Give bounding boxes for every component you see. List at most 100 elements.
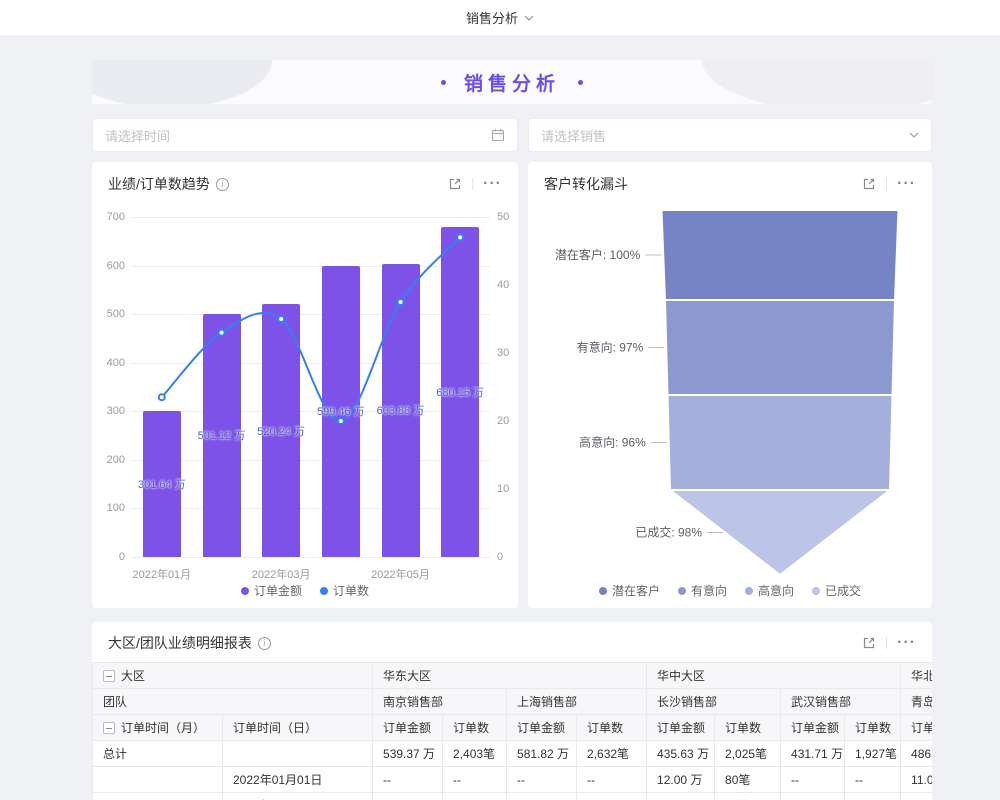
- sales-filter-select[interactable]: 请选择销售: [528, 118, 932, 152]
- report-card: 大区/团队业绩明细报表 大区华东大区华中大区华北大区团队南京销售部上海销售部长沙…: [92, 622, 932, 800]
- report-table: 大区华东大区华中大区华北大区团队南京销售部上海销售部长沙销售部武汉销售部青岛销售…: [92, 662, 932, 800]
- time-filter-placeholder: 请选择时间: [105, 126, 170, 145]
- table-row: 总计539.37 万2,403笔581.82 万2,632笔435.63 万2,…: [93, 741, 933, 767]
- export-icon: [448, 177, 462, 191]
- table-header-cell: 华中大区: [647, 663, 901, 689]
- legend-item[interactable]: 高意向: [745, 582, 794, 599]
- trend-card-title-group: 业绩/订单数趋势: [108, 174, 229, 194]
- table-header-cell: 订单金额: [901, 715, 932, 741]
- divider: [886, 637, 887, 649]
- trend-bar-value-label: 301.64 万: [138, 476, 186, 492]
- trend-y-axis-tick-left: 700: [107, 211, 125, 223]
- trend-y-axis-tick-right: 30: [497, 347, 509, 359]
- report-table-clip: 大区华东大区华中大区华北大区团队南京销售部上海销售部长沙销售部武汉销售部青岛销售…: [92, 662, 932, 800]
- info-icon[interactable]: [258, 637, 271, 650]
- funnel-stage-label: 潜在客户: 100%: [555, 247, 641, 262]
- export-button[interactable]: [862, 177, 876, 191]
- page-content: 销售分析 请选择时间 请选择销售 业绩/订单数趋势: [92, 60, 932, 800]
- table-cell: 11.07: [901, 767, 932, 793]
- export-icon: [862, 636, 876, 650]
- table-row: 2022年01月02日--------23.05 万98笔----: [93, 793, 933, 800]
- funnel-stage-label: 高意向: 96%: [579, 435, 646, 450]
- more-button[interactable]: [897, 179, 916, 189]
- table-header-cell: 订单时间（日）: [223, 715, 373, 741]
- table-header-label: 武汉销售部: [791, 695, 851, 709]
- table-header-row: 团队南京销售部上海销售部长沙销售部武汉销售部青岛销售部: [93, 689, 933, 715]
- banner-title: 销售分析: [464, 69, 560, 96]
- filters-row: 请选择时间 请选择销售: [92, 118, 932, 152]
- table-header-label: 订单数: [855, 721, 891, 735]
- table-header-cell: 华东大区: [373, 663, 647, 689]
- trend-gridline: [132, 557, 490, 558]
- more-button[interactable]: [483, 179, 502, 189]
- collapse-minus-icon[interactable]: [103, 722, 115, 734]
- table-header-cell: 订单金额: [781, 715, 845, 741]
- trend-y-axis-tick-left: 300: [107, 405, 125, 417]
- report-card-actions: [862, 636, 916, 650]
- legend-item[interactable]: 潜在客户: [599, 582, 660, 599]
- legend-item[interactable]: 已成交: [812, 582, 861, 599]
- table-header-label: 大区: [121, 669, 145, 683]
- table-header-cell: 订单金额: [507, 715, 577, 741]
- export-button[interactable]: [448, 177, 462, 191]
- divider: [472, 178, 473, 190]
- trend-line-path: [162, 237, 460, 421]
- funnel-segment-2[interactable]: [665, 300, 895, 395]
- table-cell: 80笔: [715, 767, 781, 793]
- funnel-segment-3[interactable]: [668, 395, 893, 490]
- table-header-label: 华北大区: [911, 669, 932, 683]
- legend-item[interactable]: 订单数: [320, 582, 369, 599]
- collapse-minus-icon[interactable]: [103, 670, 115, 682]
- trend-x-axis-tick: 2022年03月: [252, 566, 311, 582]
- table-cell: 12.00 万: [647, 767, 715, 793]
- more-button[interactable]: [897, 638, 916, 648]
- table-header-label: 团队: [103, 695, 127, 709]
- legend-label: 潜在客户: [612, 582, 660, 599]
- dashboard-title: 销售分析: [466, 8, 518, 27]
- table-header-label: 订单金额: [517, 721, 565, 735]
- legend-item[interactable]: 订单金额: [241, 582, 302, 599]
- table-cell: 2022年01月01日: [223, 767, 373, 793]
- time-filter-select[interactable]: 请选择时间: [92, 118, 518, 152]
- table-cell: 2022年01月02日: [223, 793, 373, 800]
- legend-dot-icon: [678, 587, 686, 595]
- dashboard-title-dropdown[interactable]: 销售分析: [466, 8, 534, 27]
- trend-line-point[interactable]: [457, 234, 463, 240]
- trend-y-axis-tick-left: 0: [119, 551, 125, 563]
- table-header-cell: 大区: [93, 663, 373, 689]
- table-header-cell: 青岛销售部: [901, 689, 932, 715]
- trend-line-point[interactable]: [159, 394, 165, 400]
- table-cell: 1,927笔: [845, 741, 901, 767]
- info-icon[interactable]: [216, 178, 229, 191]
- legend-label: 有意向: [691, 582, 727, 599]
- trend-y-axis-tick-left: 100: [107, 502, 125, 514]
- funnel-segment-4[interactable]: [670, 490, 890, 575]
- trend-y-axis-tick-right: 10: [497, 483, 509, 495]
- trend-line-point[interactable]: [219, 330, 225, 336]
- export-button[interactable]: [862, 636, 876, 650]
- trend-line-point[interactable]: [278, 316, 284, 322]
- table-header-label: 订单数: [587, 721, 623, 735]
- trend-y-axis-tick-right: 50: [497, 211, 509, 223]
- legend-label: 高意向: [758, 582, 794, 599]
- table-cell: 539.37 万: [373, 741, 443, 767]
- funnel-segment-1[interactable]: [662, 210, 899, 300]
- funnel-card: 客户转化漏斗 潜在客户: 100% 有意向: 97% 高意向: 96% 已成交: 98…: [528, 162, 932, 608]
- trend-y-axis-tick-right: 20: [497, 415, 509, 427]
- trend-card: 业绩/订单数趋势 0100200300400500600700010203040…: [92, 162, 518, 608]
- report-card-header: 大区/团队业绩明细报表: [92, 622, 932, 662]
- trend-plot: 010020030040050060070001020304050301.64 …: [132, 217, 490, 557]
- table-cell: --: [577, 767, 647, 793]
- chevron-down-icon: [909, 132, 919, 138]
- table-header-cell: 华北大区: [901, 663, 932, 689]
- funnel-stage-label: 有意向: 97%: [577, 340, 644, 355]
- trend-y-axis-tick-left: 200: [107, 454, 125, 466]
- table-cell: [93, 767, 223, 793]
- table-cell: --: [577, 793, 647, 800]
- table-header-cell: 长沙销售部: [647, 689, 781, 715]
- legend-item[interactable]: 有意向: [678, 582, 727, 599]
- funnel-card-title-group: 客户转化漏斗: [544, 174, 628, 194]
- funnel-stage-label: 已成交: 98%: [635, 525, 702, 540]
- trend-line-point[interactable]: [398, 299, 404, 305]
- table-header-label: 青岛销售部: [911, 695, 932, 709]
